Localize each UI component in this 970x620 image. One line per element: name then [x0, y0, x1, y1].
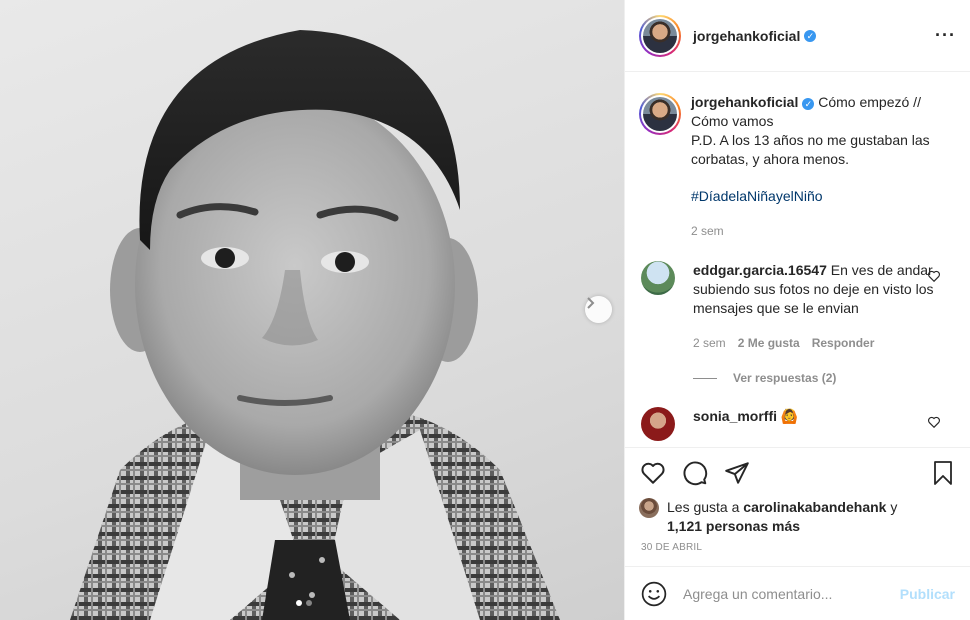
carousel-dot [306, 600, 312, 606]
caption-text-line3: P.D. A los 13 años no me gustaban las co… [691, 132, 930, 167]
likes-others[interactable]: 1,121 personas más [667, 518, 800, 534]
post-photo[interactable] [0, 0, 624, 620]
commenter-avatar[interactable] [641, 261, 675, 295]
post-date[interactable]: 30 DE ABRIL [641, 542, 957, 553]
carousel-dot-active [296, 600, 302, 606]
comment-input[interactable] [683, 585, 900, 602]
caption-text-line1: Cómo empezó // [818, 94, 921, 110]
caption-hashtag-link[interactable]: #DíadelaNiñayelNiño [691, 187, 941, 206]
view-replies-button[interactable]: Ver respuestas (2) [693, 371, 955, 385]
caption-text-line2: Cómo vamos [691, 113, 774, 129]
verified-badge-icon: ✓ [804, 29, 817, 42]
add-comment-bar: Publicar [625, 566, 970, 620]
post-actions: Les gusta a carolinakabandehank y 1,121 … [625, 447, 970, 553]
comment-likes[interactable]: 2 Me gusta [738, 334, 800, 353]
more-options-icon[interactable]: ··· [935, 25, 956, 46]
caption: jorgehankoficial ✓ Cómo empezó // Cómo va… [639, 93, 955, 241]
portrait-image [70, 30, 560, 620]
carousel-indicator [296, 600, 312, 606]
comment-item: eddgar.garcia.16547 En ves de andar subi… [641, 261, 955, 353]
author-avatar[interactable] [639, 14, 681, 57]
verified-badge-icon: ✓ [802, 98, 815, 110]
likes-joiner: y [890, 499, 898, 515]
author-username[interactable]: jorgehankoficial [693, 28, 800, 44]
caption-username[interactable]: jorgehankoficial [691, 94, 798, 110]
caption-time[interactable]: 2 sem [691, 222, 724, 241]
share-button[interactable] [723, 459, 751, 487]
comment-username[interactable]: sonia_morffi [693, 408, 777, 424]
comment-like-heart-icon[interactable] [927, 269, 941, 283]
comments-list[interactable]: jorgehankoficial ✓ Cómo empezó // Cómo va… [625, 73, 970, 447]
caption-avatar[interactable] [639, 93, 681, 135]
liker-username[interactable]: carolinakabandehank [743, 499, 886, 515]
post-header: jorgehankoficial ✓ ··· [625, 0, 970, 72]
comment-text: 🙆 [780, 408, 799, 424]
save-button[interactable] [929, 459, 957, 487]
next-photo-button[interactable] [585, 296, 612, 323]
liker-avatar[interactable] [639, 498, 659, 518]
reply-button[interactable]: Responder [812, 334, 875, 353]
likes-summary: Les gusta a carolinakabandehank y 1,121 … [639, 498, 957, 536]
comment-like-heart-icon[interactable] [927, 415, 941, 429]
paper-plane-icon [725, 462, 749, 484]
view-replies-label: Ver respuestas (2) [733, 371, 837, 385]
comment-button[interactable] [681, 459, 709, 487]
comment-item: sonia_morffi 🙆 [641, 407, 955, 441]
comment-time[interactable]: 2 sem [693, 334, 726, 353]
replies-divider [693, 377, 717, 379]
bookmark-icon [934, 461, 952, 485]
like-button[interactable] [639, 459, 667, 487]
heart-icon [641, 462, 665, 484]
comment-bubble-icon [683, 461, 708, 486]
post-side-panel: jorgehankoficial ✓ ··· jorgehankoficial ✓… [624, 0, 970, 620]
chevron-right-icon [587, 297, 595, 309]
publish-button[interactable]: Publicar [900, 586, 955, 602]
emoji-icon[interactable] [641, 581, 667, 607]
commenter-avatar[interactable] [641, 407, 675, 441]
comment-username[interactable]: eddgar.garcia.16547 [693, 262, 827, 278]
likes-prefix: Les gusta a [667, 499, 740, 515]
